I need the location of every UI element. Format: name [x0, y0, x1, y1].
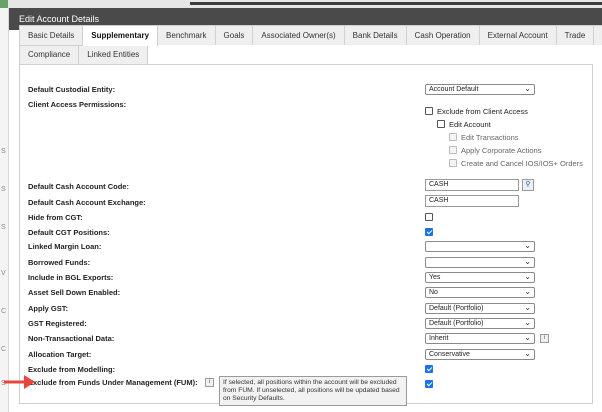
select-value: Default (Portfolio): [429, 320, 484, 327]
include-bgl-exports-label: Include in BGL Exports:: [28, 273, 114, 282]
background-bar: [190, 2, 602, 5]
borrowed-funds-select[interactable]: ⌄: [425, 257, 535, 268]
exclude-from-fum-label: Exclude from Funds Under Management (FUM…: [28, 378, 198, 387]
tab-goals[interactable]: Goals: [214, 25, 254, 45]
apply-gst-label: Apply GST:: [28, 304, 69, 313]
tab-supplementary[interactable]: Supplementary: [82, 25, 159, 46]
tab-benchmark[interactable]: Benchmark: [157, 25, 216, 45]
borrowed-funds-label: Borrowed Funds:: [28, 258, 91, 267]
hide-from-cgt-checkbox[interactable]: [425, 213, 433, 221]
info-icon[interactable]: i: [205, 378, 214, 387]
gst-registered-select[interactable]: Default (Portfolio) ⌄: [425, 318, 535, 329]
info-icon[interactable]: i: [540, 334, 549, 343]
default-cgt-positions-label: Default CGT Positions:: [28, 228, 110, 237]
tab-bar: Basic Details Supplementary Benchmark Go…: [19, 25, 602, 64]
exclude-client-access-label: Exclude from Client Access: [437, 107, 528, 116]
background-page-edge: S S S V C C S: [0, 8, 9, 412]
edge-glyph: S: [1, 224, 6, 231]
tab-bank-details[interactable]: Bank Details: [343, 25, 407, 45]
exclude-client-access-checkbox[interactable]: [425, 107, 433, 115]
edge-glyph: S: [1, 148, 6, 155]
apply-gst-select[interactable]: Default (Portfolio) ⌄: [425, 303, 535, 314]
create-cancel-orders-label: Create and Cancel IOS/IOS+ Orders: [461, 159, 583, 168]
apply-corporate-actions-checkbox[interactable]: [449, 146, 457, 154]
chevron-down-icon: ⌄: [524, 333, 531, 342]
tab-basic-details[interactable]: Basic Details: [19, 25, 84, 45]
tab-cash-operation[interactable]: Cash Operation: [405, 25, 480, 45]
tab-trade[interactable]: Trade: [555, 25, 595, 45]
select-value: No: [429, 289, 438, 296]
non-transactional-data-label: Non-Transactional Data:: [28, 334, 115, 343]
tab-external-account[interactable]: External Account: [478, 25, 557, 45]
edit-transactions-label: Edit Transactions: [461, 133, 519, 142]
chevron-down-icon: ⌄: [524, 84, 531, 93]
hide-from-cgt-label: Hide from CGT:: [28, 213, 83, 222]
allocation-target-select[interactable]: Conservative ⌄: [425, 349, 535, 360]
asset-sell-down-select[interactable]: No ⌄: [425, 287, 535, 298]
linked-margin-loan-select[interactable]: ⌄: [425, 241, 535, 252]
default-cash-account-code-input[interactable]: CASH: [425, 179, 519, 191]
select-value: Conservative: [429, 351, 470, 358]
apply-corporate-actions-label: Apply Corporate Actions: [461, 146, 542, 155]
default-cash-account-exchange-input[interactable]: CASH: [425, 195, 519, 207]
create-cancel-orders-checkbox[interactable]: [449, 159, 457, 167]
gst-registered-label: GST Registered:: [28, 319, 87, 328]
fum-tooltip: If selected, all positions within the ac…: [219, 376, 407, 406]
exclude-from-fum-checkbox[interactable]: [425, 380, 433, 388]
tab-compliance[interactable]: Compliance: [19, 45, 80, 64]
edge-glyph: S: [1, 186, 6, 193]
select-value: Account Default: [429, 86, 479, 93]
app-indicator: [0, 0, 8, 8]
select-value: Default (Portfolio): [429, 305, 484, 312]
asset-sell-down-label: Asset Sell Down Enabled:: [28, 288, 121, 297]
exclude-from-modelling-label: Exclude from Modelling:: [28, 365, 116, 374]
edit-account-label: Edit Account: [449, 120, 491, 129]
exclude-from-modelling-checkbox[interactable]: [425, 365, 433, 373]
tab-row-1: Basic Details Supplementary Benchmark Go…: [19, 25, 602, 46]
default-cash-account-exchange-label: Default Cash Account Exchange:: [28, 198, 146, 207]
search-icon[interactable]: ⚲: [522, 179, 534, 191]
default-custodial-entity-select[interactable]: Account Default ⌄: [425, 84, 535, 95]
client-access-permissions-label: Client Access Permissions:: [28, 100, 127, 109]
chevron-down-icon: ⌄: [524, 241, 531, 250]
include-bgl-exports-select[interactable]: Yes ⌄: [425, 272, 535, 283]
chevron-down-icon: ⌄: [524, 303, 531, 312]
chevron-down-icon: ⌄: [524, 272, 531, 281]
default-cgt-positions-checkbox[interactable]: [425, 228, 433, 236]
default-cash-account-code-label: Default Cash Account Code:: [28, 182, 129, 191]
tab-other-truncated[interactable]: Ot: [593, 25, 602, 45]
chevron-down-icon: ⌄: [524, 318, 531, 327]
tab-associated-owners[interactable]: Associated Owner(s): [252, 25, 345, 45]
edit-account-checkbox[interactable]: [437, 120, 445, 128]
select-value: Inherit: [429, 335, 449, 342]
chevron-down-icon: ⌄: [524, 287, 531, 296]
tab-row-2: Compliance Linked Entities: [19, 45, 593, 64]
edit-transactions-checkbox[interactable]: [449, 133, 457, 141]
supplementary-panel: Default Custodial Entity: Account Defaul…: [19, 64, 593, 404]
linked-margin-loan-label: Linked Margin Loan:: [28, 242, 102, 251]
edge-glyph: C: [1, 346, 7, 353]
default-custodial-entity-label: Default Custodial Entity:: [28, 85, 116, 94]
top-strip: [0, 0, 602, 8]
red-arrow-annotation: [4, 375, 35, 389]
non-transactional-data-select[interactable]: Inherit ⌄: [425, 333, 535, 344]
allocation-target-label: Allocation Target:: [28, 350, 92, 359]
chevron-down-icon: ⌄: [524, 257, 531, 266]
tab-linked-entities[interactable]: Linked Entities: [78, 45, 149, 64]
chevron-down-icon: ⌄: [524, 349, 531, 358]
edge-glyph: V: [1, 270, 6, 277]
edge-glyph: C: [1, 308, 7, 315]
select-value: Yes: [429, 274, 441, 281]
